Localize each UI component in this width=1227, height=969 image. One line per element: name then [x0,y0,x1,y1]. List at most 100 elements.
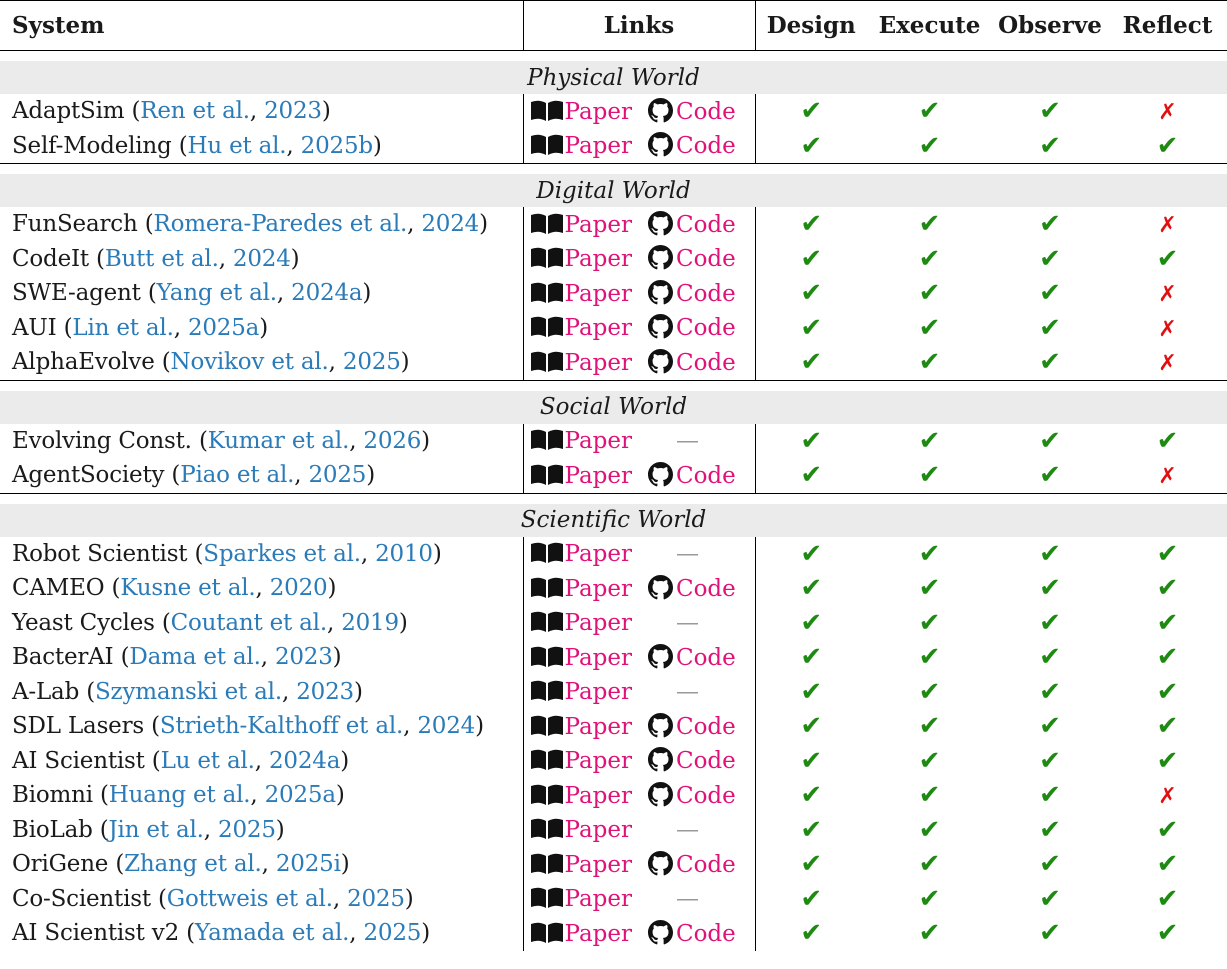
group-header-row: Digital World [0,174,1227,207]
paper-link[interactable]: Paper [565,817,632,843]
paper-link[interactable]: Paper [565,610,632,636]
check-icon: ✔ [918,745,941,776]
paper-link[interactable]: Paper [565,748,632,774]
citation-year[interactable]: 2025b [301,133,373,159]
check-icon: ✔ [1156,607,1179,638]
paper-link[interactable]: Paper [565,576,632,602]
citation-year[interactable]: 2023 [264,98,322,124]
citation-year[interactable]: 2010 [375,541,433,567]
paper-link[interactable]: Paper [565,99,632,125]
book-icon [530,853,564,875]
citation-authors[interactable]: Lin et al. [72,315,174,341]
check-icon: ✔ [1039,425,1061,456]
citation-year[interactable]: 2024a [291,280,362,306]
design-cell: ✔ [755,882,867,917]
citation-year[interactable]: 2024 [233,246,291,272]
citation-authors[interactable]: Romera-Paredes et al. [153,211,407,237]
code-link[interactable]: Code [676,714,736,740]
execute-cell: ✔ [867,778,992,813]
code-link[interactable]: Code [676,921,736,947]
paper-link[interactable]: Paper [565,714,632,740]
citation-authors[interactable]: Piao et al. [180,462,294,488]
design-cell: ✔ [755,276,867,311]
code-link[interactable]: Code [676,281,736,307]
paper-link[interactable]: Paper [565,246,632,272]
citation-year[interactable]: 2026 [363,428,421,454]
code-link[interactable]: Code [676,645,736,671]
citation-year[interactable]: 2023 [275,644,333,670]
code-link[interactable]: Code [676,463,736,489]
no-code-dash: — [675,885,699,912]
paper-link[interactable]: Paper [565,783,632,809]
citation-year[interactable]: 2024 [421,211,479,237]
paper-link[interactable]: Paper [565,852,632,878]
paper-link[interactable]: Paper [565,133,632,159]
reflect-cell: ✔ [1108,424,1227,459]
citation-authors[interactable]: Zhang et al. [124,851,262,877]
citation-year[interactable]: 2024a [269,748,340,774]
citation-authors[interactable]: Kumar et al. [208,428,350,454]
citation-authors[interactable]: Kusne et al. [120,575,255,601]
table-row: Robot Scientist (Sparkes et al., 2010) Pa… [0,536,1227,571]
citation-authors[interactable]: Hu et al. [187,133,286,159]
code-link[interactable]: Code [676,350,736,376]
check-icon: ✔ [800,745,823,776]
citation-authors[interactable]: Coutant et al. [171,610,328,636]
code-link[interactable]: Code [676,852,736,878]
citation-year[interactable]: 2020 [270,575,328,601]
citation-authors[interactable]: Ren et al. [140,98,250,124]
code-link[interactable]: Code [676,576,736,602]
code-link[interactable]: Code [676,99,736,125]
citation-year[interactable]: 2025 [308,462,366,488]
citation-authors[interactable]: Novikov et al. [171,349,329,375]
no-code-dash: — [675,816,699,843]
paper-link[interactable]: Paper [565,350,632,376]
citation-authors[interactable]: Jin et al. [109,817,204,843]
citation-year[interactable]: 2025 [343,349,401,375]
citation-authors[interactable]: Yamada et al. [195,920,350,946]
reflect-cell: ✗ [1108,94,1227,129]
citation-year[interactable]: 2025 [218,817,276,843]
paper-link[interactable]: Paper [565,921,632,947]
paper-link[interactable]: Paper [565,281,632,307]
check-icon: ✔ [1039,538,1061,569]
code-link[interactable]: Code [676,133,736,159]
paper-link[interactable]: Paper [565,679,632,705]
reflect-cell: ✔ [1108,675,1227,710]
code-link[interactable]: Code [676,783,736,809]
paper-link[interactable]: Paper [565,463,632,489]
paper-link[interactable]: Paper [565,315,632,341]
citation-authors[interactable]: Huang et al. [109,782,251,808]
check-icon: ✔ [800,130,823,161]
code-link[interactable]: Code [676,315,736,341]
table-row: A-Lab (Szymanski et al., 2023) Paper — ✔ ✔ ✔ ✔ [0,674,1227,710]
code-link[interactable]: Code [676,212,736,238]
citation-year[interactable]: 2025i [276,851,341,877]
citation-year[interactable]: 2025a [265,782,336,808]
citation-year[interactable]: 2025 [347,886,405,912]
paper-link[interactable]: Paper [565,428,632,454]
citation-year[interactable]: 2023 [296,679,354,705]
citation-year[interactable]: 2025a [188,315,259,341]
citation-authors[interactable]: Sparkes et al. [203,541,361,567]
book-icon [530,316,564,338]
paper-link[interactable]: Paper [565,886,632,912]
citation-authors[interactable]: Dama et al. [129,644,261,670]
citation-year[interactable]: 2025 [363,920,421,946]
book-icon [530,351,564,373]
code-link[interactable]: Code [676,246,736,272]
paper-link[interactable]: Paper [565,212,632,238]
citation-year[interactable]: 2019 [341,610,399,636]
observe-cell: ✔ [992,242,1108,277]
citation-authors[interactable]: Gottweis et al. [167,886,333,912]
citation-authors[interactable]: Butt et al. [105,246,219,272]
paper-link[interactable]: Paper [565,541,632,567]
citation-authors[interactable]: Yang et al. [157,280,278,306]
code-link[interactable]: Code [676,748,736,774]
citation-year[interactable]: 2024 [417,713,475,739]
citation-authors[interactable]: Szymanski et al. [95,679,282,705]
paper-link[interactable]: Paper [565,645,632,671]
check-icon: ✔ [918,883,941,914]
citation-authors[interactable]: Strieth-Kalthoff et al. [160,713,403,739]
citation-authors[interactable]: Lu et al. [161,748,255,774]
